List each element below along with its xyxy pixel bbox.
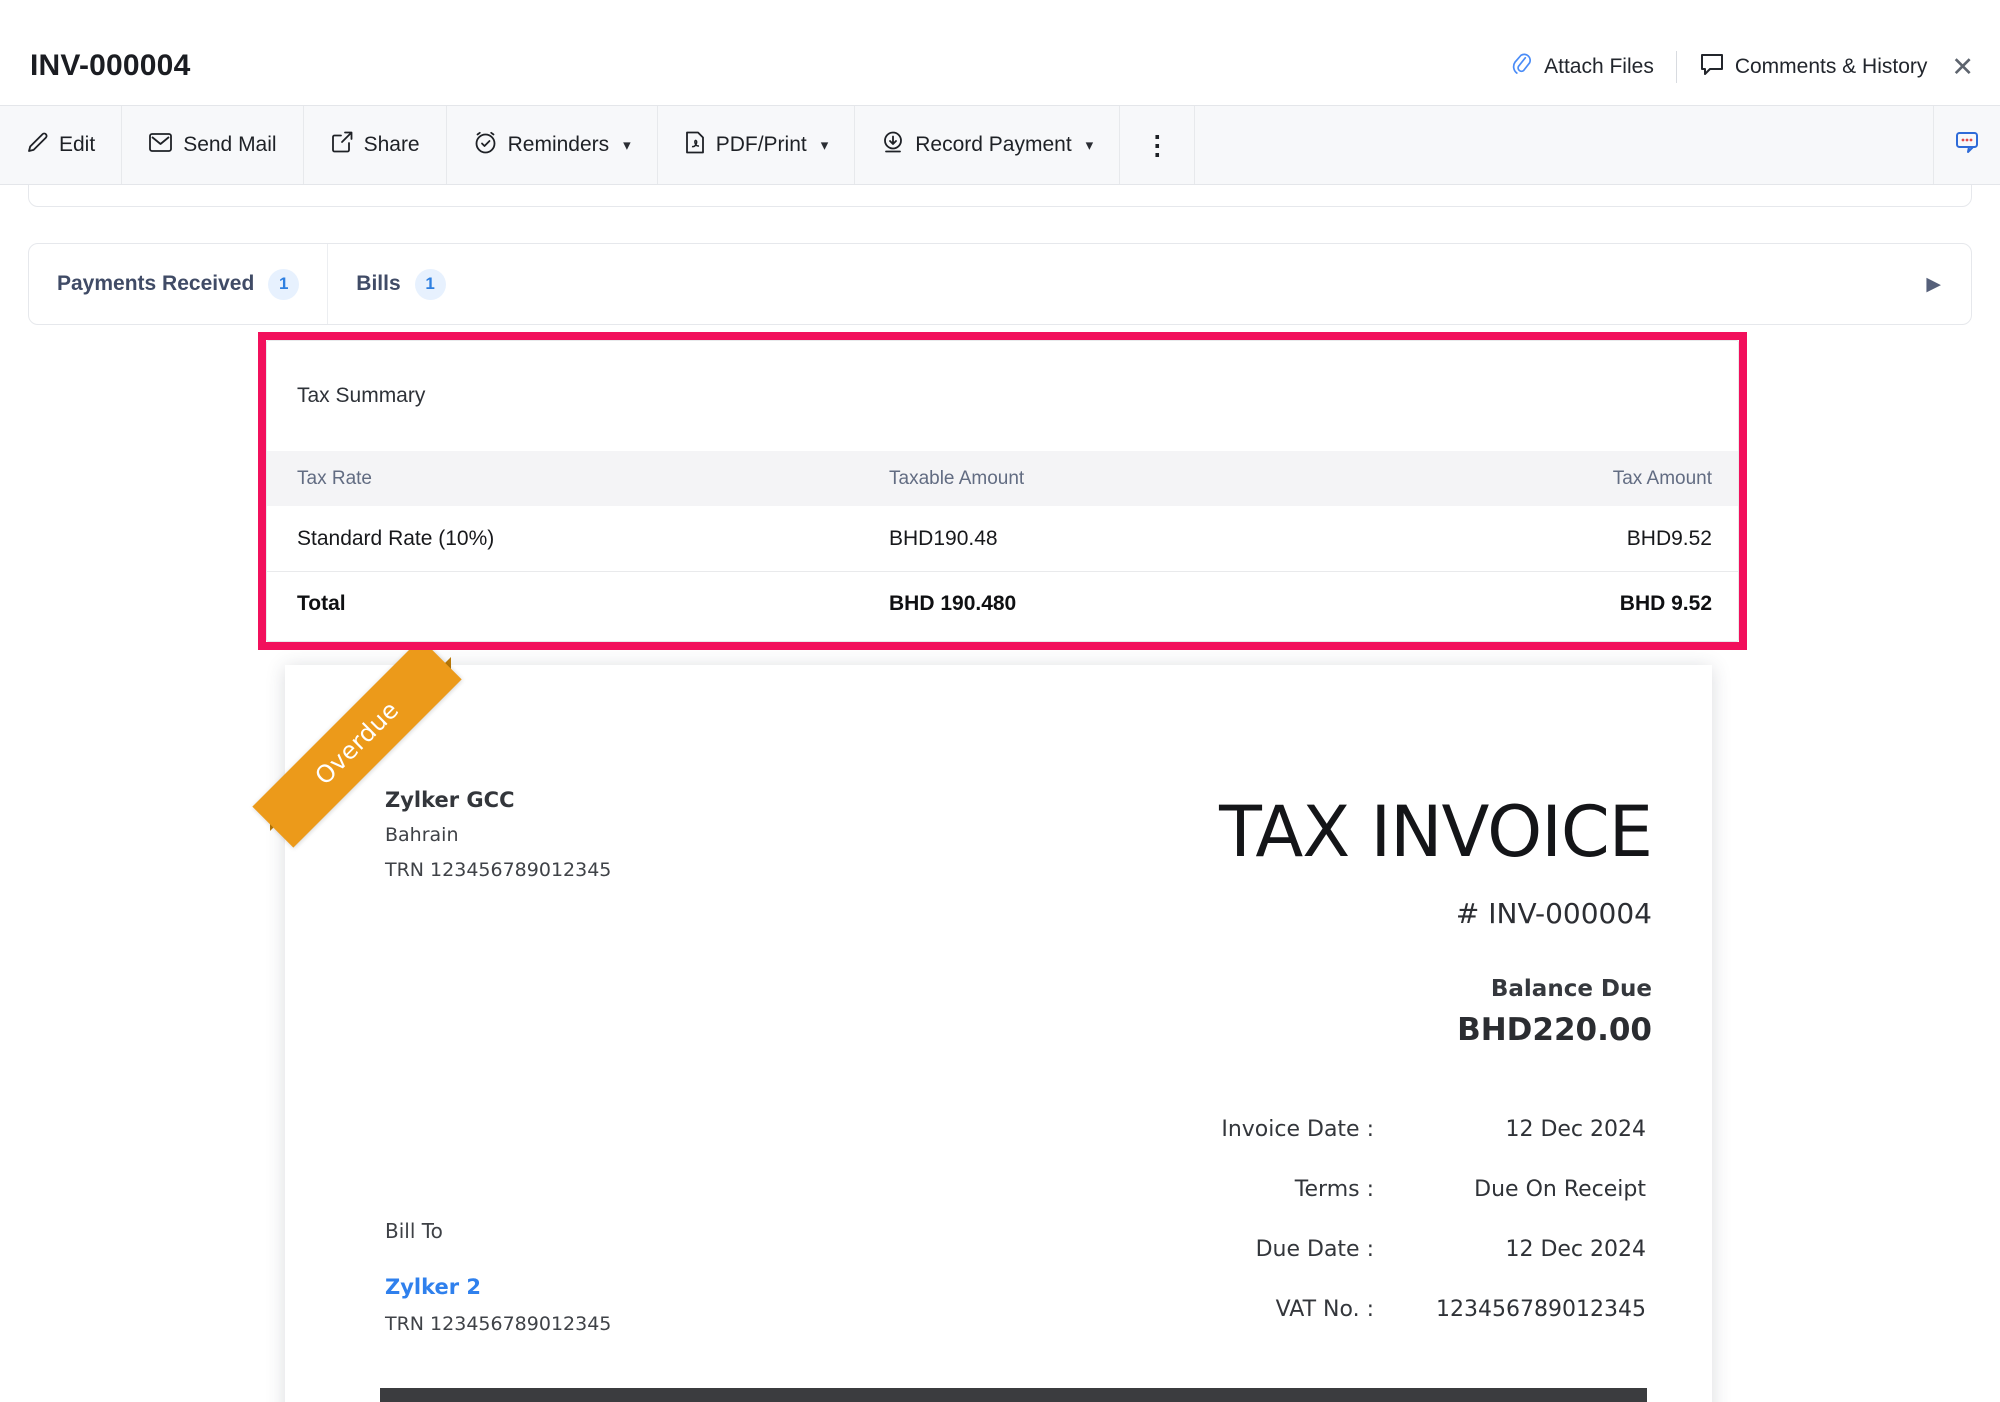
ribbon-fold [433,657,451,675]
send-mail-button[interactable]: Send Mail [122,106,303,184]
chat-dots-icon [1952,127,1982,163]
tab-label: Payments Received [57,272,254,296]
toolbar-spacer [1195,106,1933,184]
more-options-button[interactable]: ⋮ [1120,106,1195,184]
alarm-clock-icon [473,130,498,161]
terms-label: Terms : [1221,1177,1374,1202]
customer-link[interactable]: Zylker 2 [385,1275,611,1299]
column-header-tax-amount: Tax Amount [1382,468,1712,490]
record-payment-button[interactable]: Record Payment ▾ [855,106,1120,184]
company-trn: TRN 123456789012345 [385,853,611,888]
terms-value: Due On Receipt [1374,1177,1646,1202]
bill-to-block: Bill To Zylker 2 TRN 123456789012345 [385,1219,611,1335]
document-title: TAX INVOICE [1219,793,1652,871]
balance-due-label: Balance Due [1491,976,1652,1002]
pdf-document-icon [684,130,706,161]
tax-summary-header-row: Tax Rate Taxable Amount Tax Amount [267,451,1738,506]
share-button[interactable]: Share [304,106,447,184]
related-tabs-card: Payments Received 1 Bills 1 ▶ [28,243,1972,325]
comments-history-button[interactable]: Comments & History [1699,51,1928,83]
divider [1676,51,1677,83]
customer-trn: TRN 123456789012345 [385,1313,611,1335]
company-country: Bahrain [385,818,611,853]
reminders-button[interactable]: Reminders ▾ [447,106,658,184]
tab-label: Bills [356,272,400,296]
tax-summary-title: Tax Summary [267,341,1738,451]
record-payment-icon [881,130,905,160]
due-date-label: Due Date : [1221,1237,1374,1262]
chevron-down-icon: ▾ [623,136,631,154]
invoice-heading-block: TAX INVOICE # INV-000004 Balance Due BHD… [1219,793,1652,1048]
invoice-document: Overdue Zylker GCC Bahrain TRN 123456789… [285,665,1712,1402]
page-title: INV-000004 [30,49,190,83]
toolbar: Edit Send Mail Share [0,105,2000,185]
invoice-number: # INV-000004 [1456,897,1652,930]
edit-button[interactable]: Edit [0,106,122,184]
tax-summary-total-row: Total BHD 190.480 BHD 9.52 [267,571,1738,635]
pdf-print-button[interactable]: PDF/Print ▾ [658,106,856,184]
chat-feedback-button[interactable] [1933,106,2000,184]
company-name: Zylker GCC [385,783,611,818]
tab-payments-received[interactable]: Payments Received 1 [29,244,328,324]
attach-files-button[interactable]: Attach Files [1510,51,1654,83]
record-payment-label: Record Payment [915,133,1071,157]
ribbon-fold [270,813,288,831]
items-table-header: # Item & Description Qty Rate Amount [380,1388,1647,1402]
total-tax-amount: BHD 9.52 [1382,592,1712,616]
seller-address-block: Zylker GCC Bahrain TRN 123456789012345 [385,783,611,888]
vat-no-value: 123456789012345 [1374,1297,1646,1322]
chevron-down-icon: ▾ [1086,136,1094,154]
paperclip-icon [1510,51,1534,83]
balance-due-value: BHD220.00 [1457,1012,1652,1048]
table-row: Standard Rate (10%) BHD190.48 BHD9.52 [267,506,1738,571]
comment-bubble-icon [1699,51,1725,83]
edit-label: Edit [59,133,95,157]
invoice-meta-grid: Invoice Date : 12 Dec 2024 Terms : Due O… [1221,1117,1646,1322]
envelope-icon [148,131,173,159]
reminders-label: Reminders [508,133,610,157]
tabs-scroll-right-button[interactable]: ▶ [1896,244,1971,324]
share-label: Share [364,133,420,157]
arrow-right-icon: ▶ [1926,273,1941,296]
tax-amount-value: BHD9.52 [1382,527,1712,551]
due-date-value: 12 Dec 2024 [1374,1237,1646,1262]
vat-no-label: VAT No. : [1221,1297,1374,1322]
tax-summary-highlight-box: Tax Summary Tax Rate Taxable Amount Tax … [258,332,1747,650]
count-badge: 1 [268,269,299,300]
comments-history-label: Comments & History [1735,55,1928,79]
attach-files-label: Attach Files [1544,55,1654,79]
share-icon [330,130,354,160]
bill-to-label: Bill To [385,1219,611,1243]
taxable-amount-value: BHD190.48 [889,527,1382,551]
count-badge: 1 [415,269,446,300]
invoice-date-value: 12 Dec 2024 [1374,1117,1646,1142]
tab-bills[interactable]: Bills 1 [328,244,473,324]
chevron-down-icon: ▾ [821,136,829,154]
column-header-taxable-amount: Taxable Amount [889,468,1382,490]
app-header: INV-000004 Attach Files Comments & Histo… [0,0,2000,105]
invoice-date-label: Invoice Date : [1221,1117,1374,1142]
close-icon[interactable]: ✕ [1949,54,1976,81]
pdf-print-label: PDF/Print [716,133,807,157]
header-actions: Attach Files Comments & History ✕ [1510,51,1976,83]
send-mail-label: Send Mail [183,133,276,157]
kebab-menu-icon: ⋮ [1144,130,1170,161]
invoice-detail-screen: INV-000004 Attach Files Comments & Histo… [0,0,2000,1402]
column-header-tax-rate: Tax Rate [297,468,889,490]
total-taxable-amount: BHD 190.480 [889,592,1382,616]
pencil-icon [26,131,49,160]
tax-summary-card: Tax Summary Tax Rate Taxable Amount Tax … [266,340,1739,642]
total-label: Total [297,592,889,616]
tax-rate-value: Standard Rate (10%) [297,527,889,551]
